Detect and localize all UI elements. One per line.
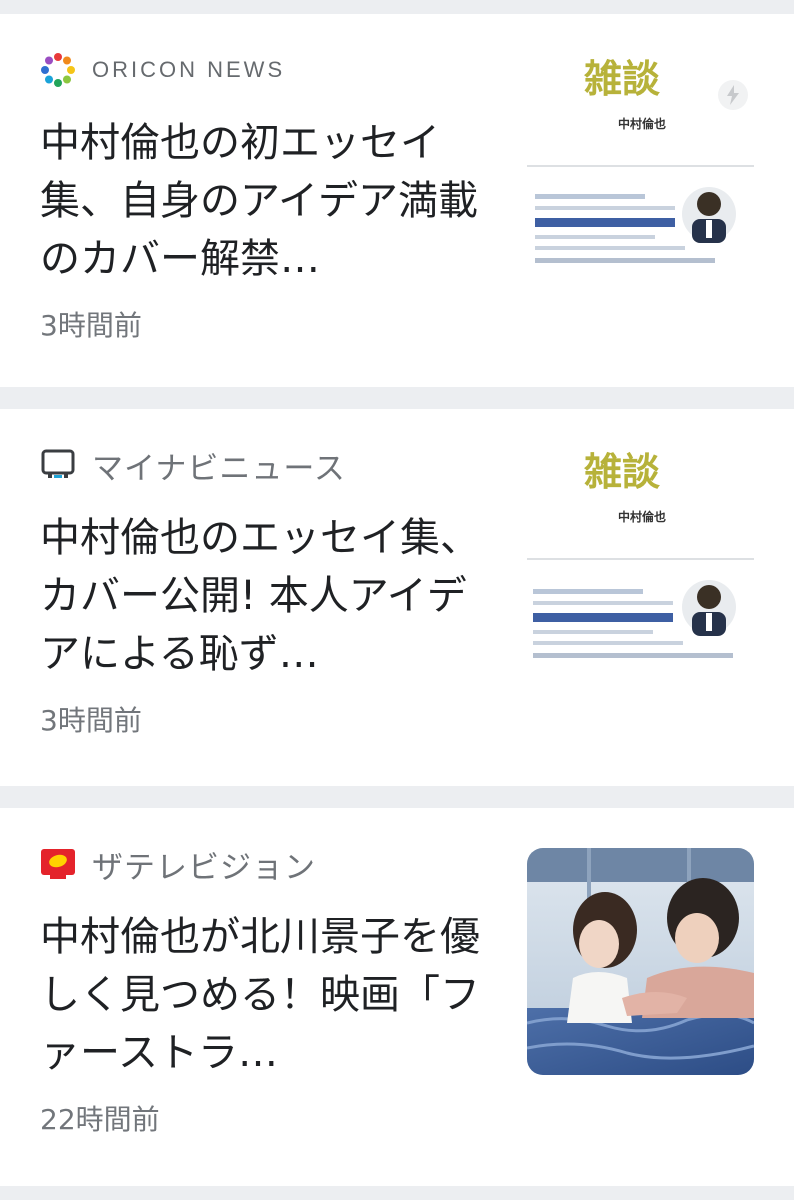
svg-text:中村倫也: 中村倫也 bbox=[618, 509, 666, 524]
article-thumbnail: 雑談 中村倫也 bbox=[527, 449, 754, 676]
article-thumbnail bbox=[527, 848, 754, 1075]
book-cover-image: 雑談 中村倫也 bbox=[527, 449, 754, 676]
article-time: 3時間前 bbox=[40, 704, 142, 737]
article-card[interactable]: ORICON NEWS 中村倫也の初エッセイ集、自身のアイデア満載のカバー解禁…… bbox=[0, 14, 794, 387]
article-card[interactable]: マイナビニュース 中村倫也のエッセイ集、カバー公開! 本人アイデアによる恥ず… … bbox=[0, 409, 794, 786]
source-name: マイナビニュース bbox=[92, 450, 346, 487]
article-thumbnail: 雑談 中村倫也 bbox=[527, 54, 754, 281]
article-source: ORICON NEWS bbox=[40, 52, 285, 88]
svg-text:中村倫也: 中村倫也 bbox=[618, 116, 666, 131]
source-name: ORICON NEWS bbox=[92, 57, 286, 82]
news-feed: ORICON NEWS 中村倫也の初エッセイ集、自身のアイデア満載のカバー解禁…… bbox=[0, 0, 794, 1200]
article-source: マイナビニュース bbox=[40, 447, 346, 487]
oricon-logo-icon bbox=[41, 53, 75, 87]
article-source: ザテレビジョン bbox=[40, 846, 316, 886]
thetv-logo-icon bbox=[41, 849, 75, 879]
article-headline: 中村倫也のエッセイ集、カバー公開! 本人アイデアによる恥ず… bbox=[40, 515, 480, 677]
article-time: 3時間前 bbox=[40, 309, 142, 342]
mynavi-tv-icon bbox=[41, 449, 75, 478]
source-name: ザテレビジョン bbox=[92, 849, 316, 886]
article-time: 22時間前 bbox=[40, 1103, 160, 1136]
article-headline: 中村倫也が北川景子を優しく見つめる！映画「ファーストラ… bbox=[40, 914, 480, 1076]
svg-text:雑談: 雑談 bbox=[583, 56, 660, 101]
article-card[interactable]: ザテレビジョン 中村倫也が北川景子を優しく見つめる！映画「ファーストラ… 22時… bbox=[0, 808, 794, 1186]
movie-still-image bbox=[527, 848, 754, 1075]
article-headline: 中村倫也の初エッセイ集、自身のアイデア満載のカバー解禁… bbox=[40, 120, 478, 282]
svg-text:雑談: 雑談 bbox=[583, 449, 660, 494]
amp-lightning-icon bbox=[718, 80, 748, 110]
